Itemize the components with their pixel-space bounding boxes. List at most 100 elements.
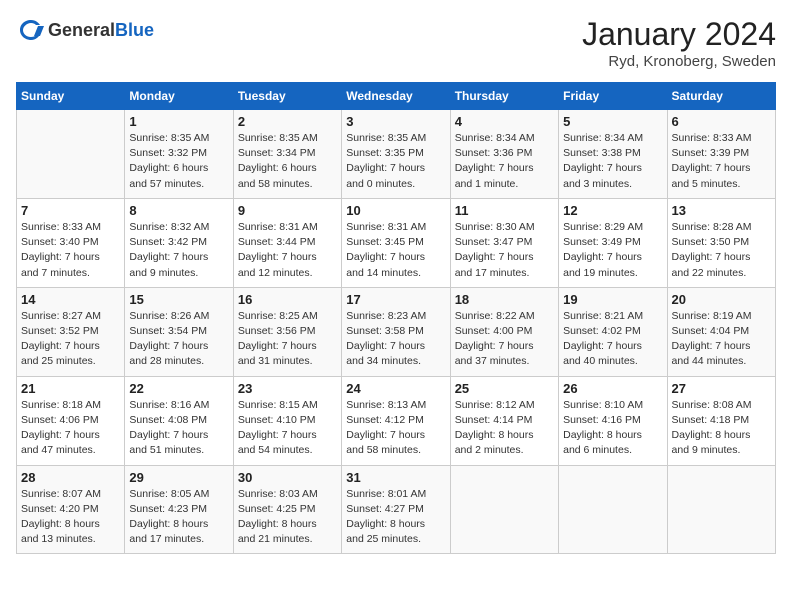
logo-text: GeneralBlue (48, 20, 154, 41)
day-info: Sunrise: 8:35 AMSunset: 3:32 PMDaylight:… (129, 131, 228, 192)
logo-icon (16, 16, 44, 44)
calendar-cell: 19Sunrise: 8:21 AMSunset: 4:02 PMDayligh… (559, 287, 667, 376)
calendar-cell (17, 110, 125, 199)
day-info: Sunrise: 8:12 AMSunset: 4:14 PMDaylight:… (455, 398, 554, 459)
day-number: 25 (455, 381, 554, 396)
calendar-week-row: 14Sunrise: 8:27 AMSunset: 3:52 PMDayligh… (17, 287, 776, 376)
day-info: Sunrise: 8:03 AMSunset: 4:25 PMDaylight:… (238, 487, 337, 548)
calendar-cell: 6 Sunrise: 8:33 AMSunset: 3:39 PMDaylight… (667, 110, 775, 199)
day-info: Sunrise: 8:01 AMSunset: 4:27 PMDaylight:… (346, 487, 445, 548)
day-number: 22 (129, 381, 228, 396)
day-number: 28 (21, 470, 120, 485)
calendar-cell: 31 Sunrise: 8:01 AMSunset: 4:27 PMDayligh… (342, 465, 450, 554)
day-info: Sunrise: 8:18 AMSunset: 4:06 PMDaylight:… (21, 398, 120, 459)
calendar-cell: 14Sunrise: 8:27 AMSunset: 3:52 PMDayligh… (17, 287, 125, 376)
day-info: Sunrise: 8:32 AMSunset: 3:42 PMDaylight:… (129, 220, 228, 281)
day-info: Sunrise: 8:13 AMSunset: 4:12 PMDaylight:… (346, 398, 445, 459)
day-info: Sunrise: 8:35 AMSunset: 3:35 PMDaylight:… (346, 131, 445, 192)
day-number: 13 (672, 203, 771, 218)
day-number: 20 (672, 292, 771, 307)
day-info: Sunrise: 8:22 AMSunset: 4:00 PMDaylight:… (455, 309, 554, 370)
weekday-header: Sunday (17, 83, 125, 110)
day-number: 1 (129, 114, 228, 129)
calendar-cell: 11 Sunrise: 8:30 AMSunset: 3:47 PMDayligh… (450, 198, 558, 287)
calendar-cell: 20Sunrise: 8:19 AMSunset: 4:04 PMDayligh… (667, 287, 775, 376)
day-number: 29 (129, 470, 228, 485)
calendar-cell: 26Sunrise: 8:10 AMSunset: 4:16 PMDayligh… (559, 376, 667, 465)
weekday-header: Monday (125, 83, 233, 110)
logo: GeneralBlue (16, 16, 154, 44)
day-number: 9 (238, 203, 337, 218)
day-number: 6 (672, 114, 771, 129)
calendar-header: SundayMondayTuesdayWednesdayThursdayFrid… (17, 83, 776, 110)
location-title: Ryd, Kronoberg, Sweden (582, 53, 776, 70)
day-info: Sunrise: 8:05 AMSunset: 4:23 PMDaylight:… (129, 487, 228, 548)
calendar-cell: 15Sunrise: 8:26 AMSunset: 3:54 PMDayligh… (125, 287, 233, 376)
day-info: Sunrise: 8:33 AMSunset: 3:39 PMDaylight:… (672, 131, 771, 192)
weekday-header: Tuesday (233, 83, 341, 110)
calendar-cell: 25 Sunrise: 8:12 AMSunset: 4:14 PMDayligh… (450, 376, 558, 465)
calendar-cell: 28Sunrise: 8:07 AMSunset: 4:20 PMDayligh… (17, 465, 125, 554)
calendar-week-row: 7Sunrise: 8:33 AMSunset: 3:40 PMDaylight… (17, 198, 776, 287)
calendar-cell: 3 Sunrise: 8:35 AMSunset: 3:35 PMDaylight… (342, 110, 450, 199)
day-info: Sunrise: 8:31 AMSunset: 3:44 PMDaylight:… (238, 220, 337, 281)
day-number: 15 (129, 292, 228, 307)
day-number: 14 (21, 292, 120, 307)
calendar-cell (559, 465, 667, 554)
day-number: 19 (563, 292, 662, 307)
day-number: 23 (238, 381, 337, 396)
calendar-cell: 1 Sunrise: 8:35 AMSunset: 3:32 PMDaylight… (125, 110, 233, 199)
calendar-cell (450, 465, 558, 554)
day-number: 24 (346, 381, 445, 396)
logo-blue: Blue (115, 20, 154, 40)
day-info: Sunrise: 8:28 AMSunset: 3:50 PMDaylight:… (672, 220, 771, 281)
day-number: 5 (563, 114, 662, 129)
calendar-cell: 18 Sunrise: 8:22 AMSunset: 4:00 PMDayligh… (450, 287, 558, 376)
day-number: 16 (238, 292, 337, 307)
header-row: SundayMondayTuesdayWednesdayThursdayFrid… (17, 83, 776, 110)
calendar-cell: 12 Sunrise: 8:29 AMSunset: 3:49 PMDayligh… (559, 198, 667, 287)
day-number: 10 (346, 203, 445, 218)
calendar-cell: 5 Sunrise: 8:34 AMSunset: 3:38 PMDaylight… (559, 110, 667, 199)
calendar-cell: 8Sunrise: 8:32 AMSunset: 3:42 PMDaylight… (125, 198, 233, 287)
calendar-week-row: 28Sunrise: 8:07 AMSunset: 4:20 PMDayligh… (17, 465, 776, 554)
day-info: Sunrise: 8:34 AMSunset: 3:36 PMDaylight:… (455, 131, 554, 192)
day-info: Sunrise: 8:23 AMSunset: 3:58 PMDaylight:… (346, 309, 445, 370)
day-number: 4 (455, 114, 554, 129)
day-info: Sunrise: 8:35 AMSunset: 3:34 PMDaylight:… (238, 131, 337, 192)
calendar-cell: 27 Sunrise: 8:08 AMSunset: 4:18 PMDayligh… (667, 376, 775, 465)
calendar-cell: 23 Sunrise: 8:15 AMSunset: 4:10 PMDayligh… (233, 376, 341, 465)
calendar-cell: 13 Sunrise: 8:28 AMSunset: 3:50 PMDayligh… (667, 198, 775, 287)
day-info: Sunrise: 8:15 AMSunset: 4:10 PMDaylight:… (238, 398, 337, 459)
weekday-header: Wednesday (342, 83, 450, 110)
calendar-cell: 16 Sunrise: 8:25 AMSunset: 3:56 PMDayligh… (233, 287, 341, 376)
calendar-week-row: 21Sunrise: 8:18 AMSunset: 4:06 PMDayligh… (17, 376, 776, 465)
calendar-cell: 10Sunrise: 8:31 AMSunset: 3:45 PMDayligh… (342, 198, 450, 287)
day-info: Sunrise: 8:16 AMSunset: 4:08 PMDaylight:… (129, 398, 228, 459)
day-info: Sunrise: 8:08 AMSunset: 4:18 PMDaylight:… (672, 398, 771, 459)
calendar-cell: 22 Sunrise: 8:16 AMSunset: 4:08 PMDayligh… (125, 376, 233, 465)
calendar-cell: 29 Sunrise: 8:05 AMSunset: 4:23 PMDayligh… (125, 465, 233, 554)
day-number: 2 (238, 114, 337, 129)
day-number: 18 (455, 292, 554, 307)
calendar-week-row: 1 Sunrise: 8:35 AMSunset: 3:32 PMDaylight… (17, 110, 776, 199)
calendar-cell: 24 Sunrise: 8:13 AMSunset: 4:12 PMDayligh… (342, 376, 450, 465)
day-number: 26 (563, 381, 662, 396)
day-number: 30 (238, 470, 337, 485)
calendar-body: 1 Sunrise: 8:35 AMSunset: 3:32 PMDaylight… (17, 110, 776, 554)
calendar-cell: 9 Sunrise: 8:31 AMSunset: 3:44 PMDaylight… (233, 198, 341, 287)
page-header: GeneralBlue January 2024 Ryd, Kronoberg,… (16, 16, 776, 70)
day-number: 3 (346, 114, 445, 129)
calendar-table: SundayMondayTuesdayWednesdayThursdayFrid… (16, 82, 776, 554)
day-number: 12 (563, 203, 662, 218)
day-info: Sunrise: 8:25 AMSunset: 3:56 PMDaylight:… (238, 309, 337, 370)
day-number: 31 (346, 470, 445, 485)
weekday-header: Friday (559, 83, 667, 110)
day-number: 27 (672, 381, 771, 396)
day-info: Sunrise: 8:29 AMSunset: 3:49 PMDaylight:… (563, 220, 662, 281)
day-number: 11 (455, 203, 554, 218)
calendar-cell: 4 Sunrise: 8:34 AMSunset: 3:36 PMDaylight… (450, 110, 558, 199)
day-info: Sunrise: 8:30 AMSunset: 3:47 PMDaylight:… (455, 220, 554, 281)
day-info: Sunrise: 8:34 AMSunset: 3:38 PMDaylight:… (563, 131, 662, 192)
calendar-cell: 17Sunrise: 8:23 AMSunset: 3:58 PMDayligh… (342, 287, 450, 376)
